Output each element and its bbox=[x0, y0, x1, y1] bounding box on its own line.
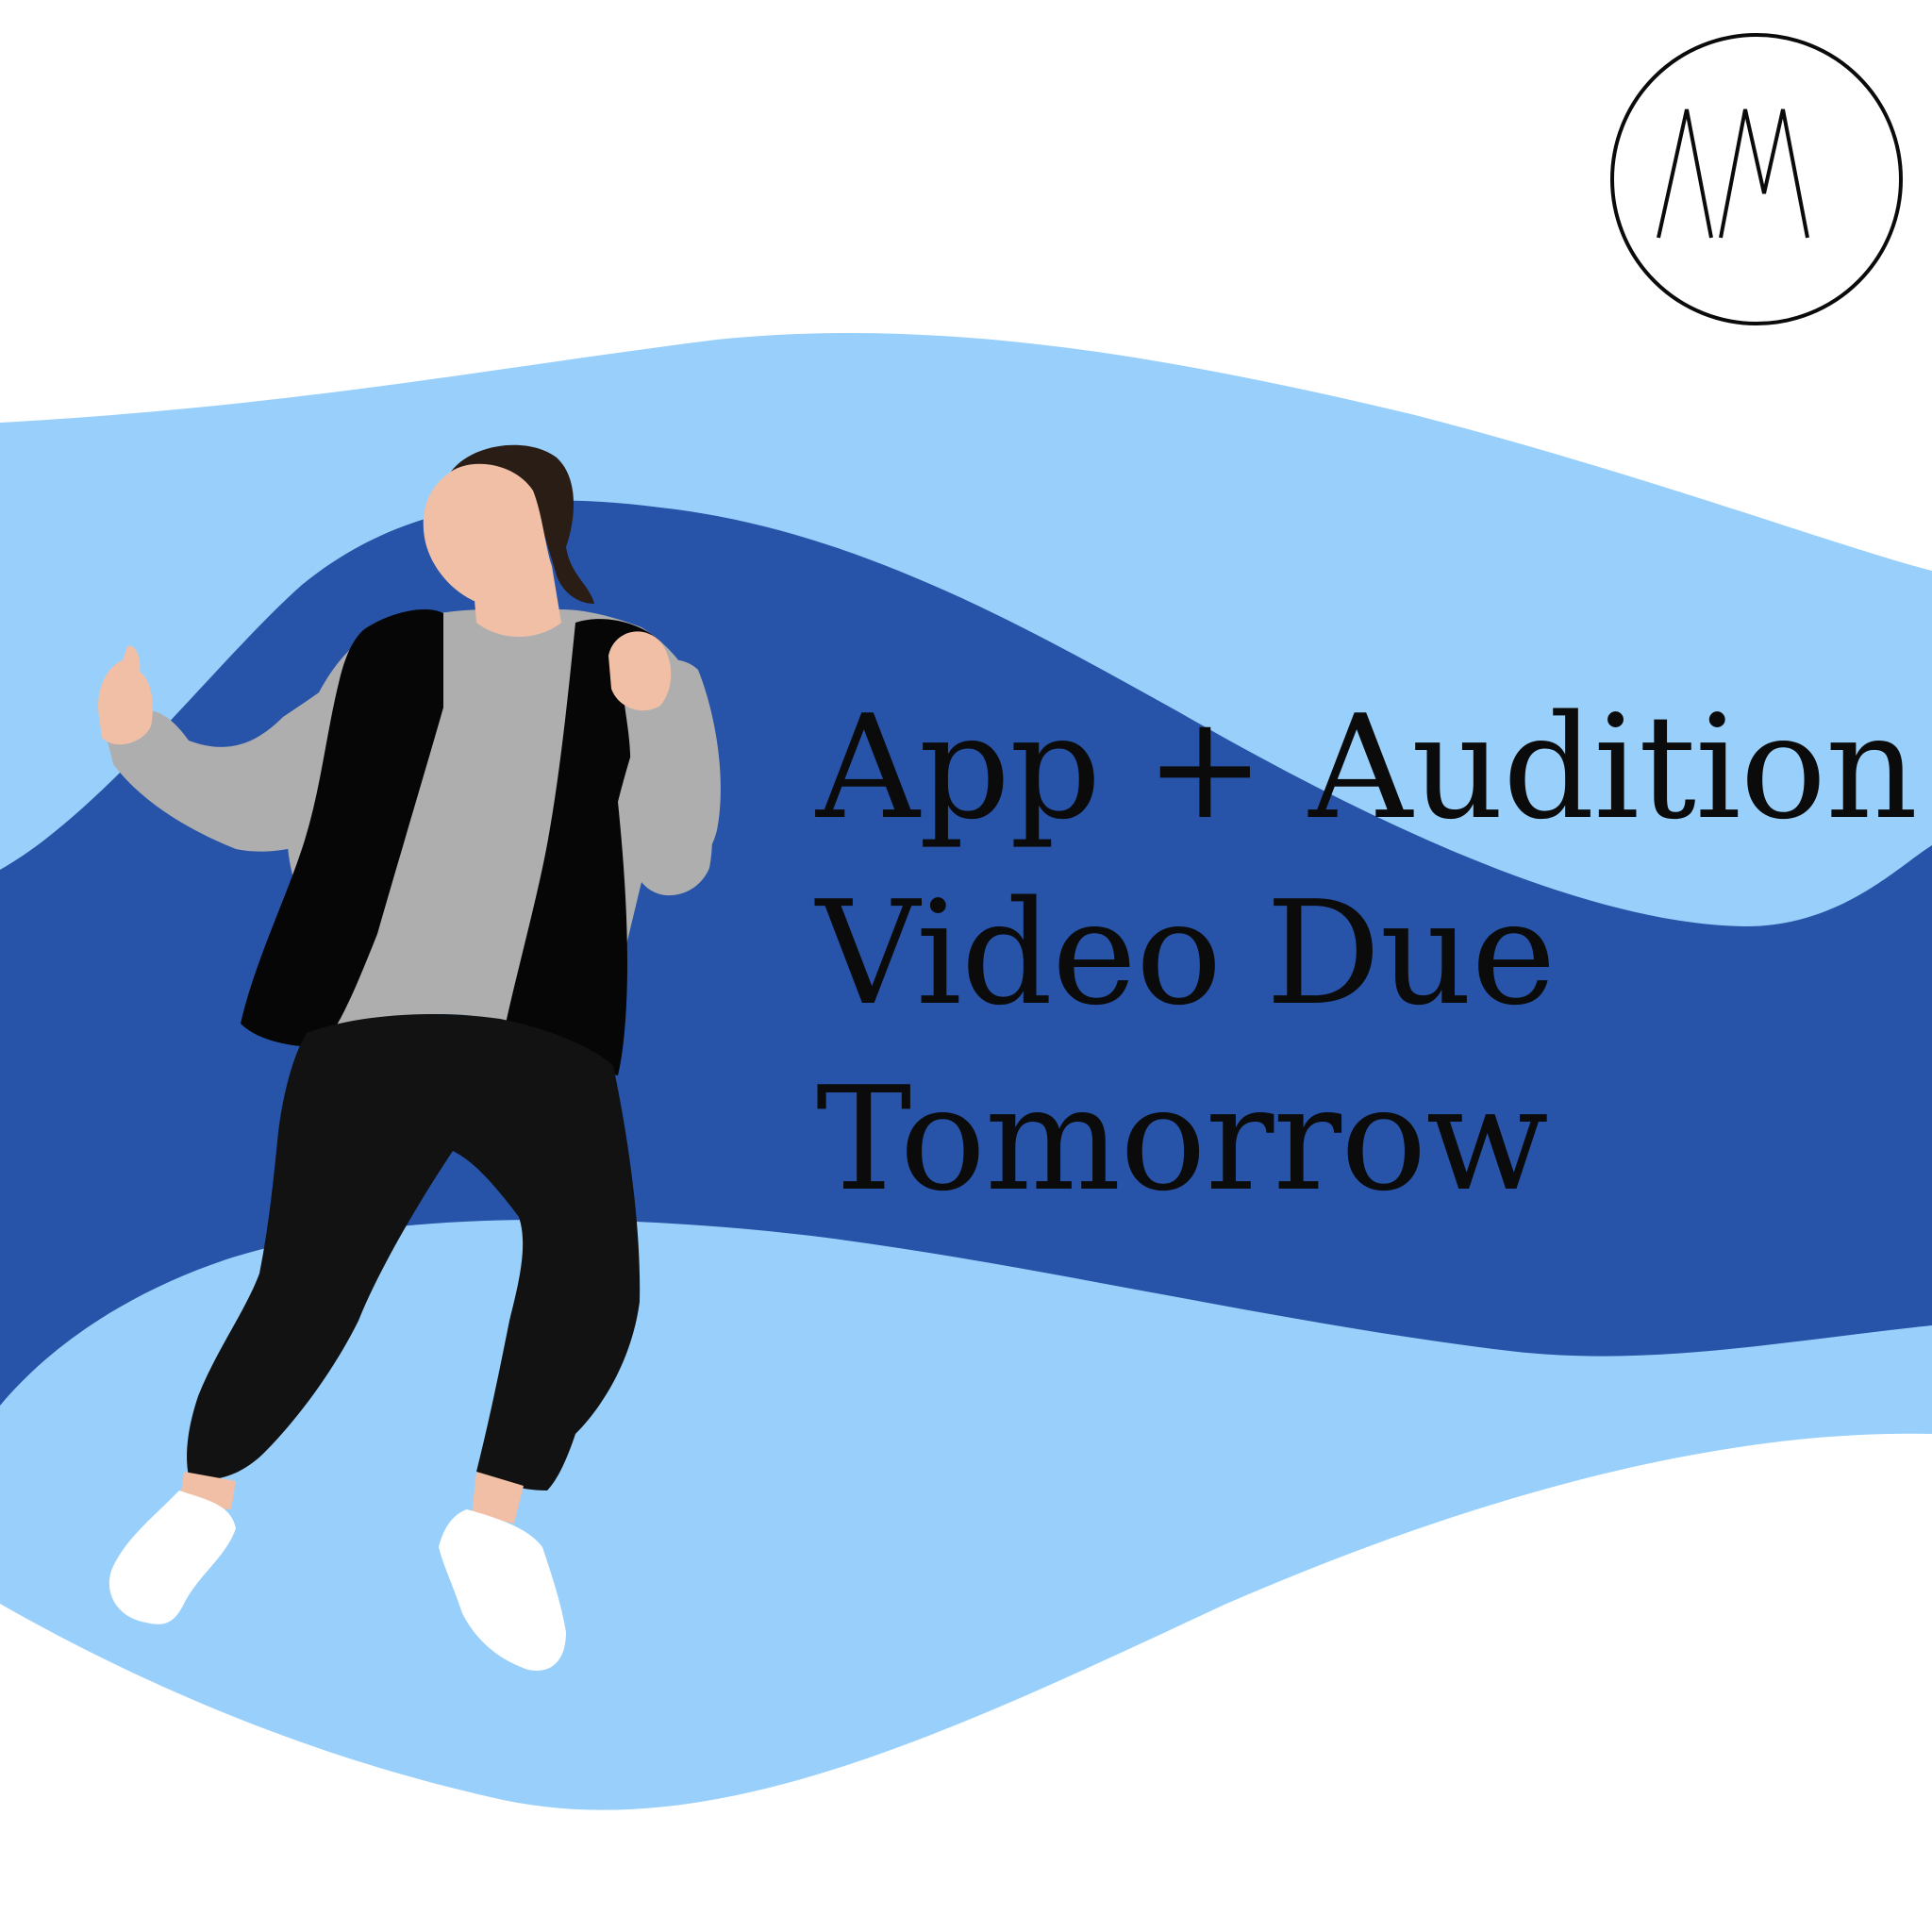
am-monogram-circle-logo bbox=[1610, 33, 1903, 325]
left-hand bbox=[98, 645, 153, 745]
poster-canvas: App + Audition Video Due Tomorrow bbox=[0, 0, 1932, 1932]
left-shoe bbox=[108, 1491, 236, 1624]
headline-line-2: Video Due bbox=[816, 870, 1557, 1037]
right-shoe bbox=[439, 1509, 566, 1671]
headline-line-1: App + Audition bbox=[816, 684, 1918, 851]
headline-line-3: Tomorrow bbox=[816, 1056, 1549, 1223]
right-hand bbox=[608, 631, 672, 711]
black-pants bbox=[187, 1014, 641, 1491]
headline: App + Audition Video Due Tomorrow bbox=[816, 675, 1918, 1232]
